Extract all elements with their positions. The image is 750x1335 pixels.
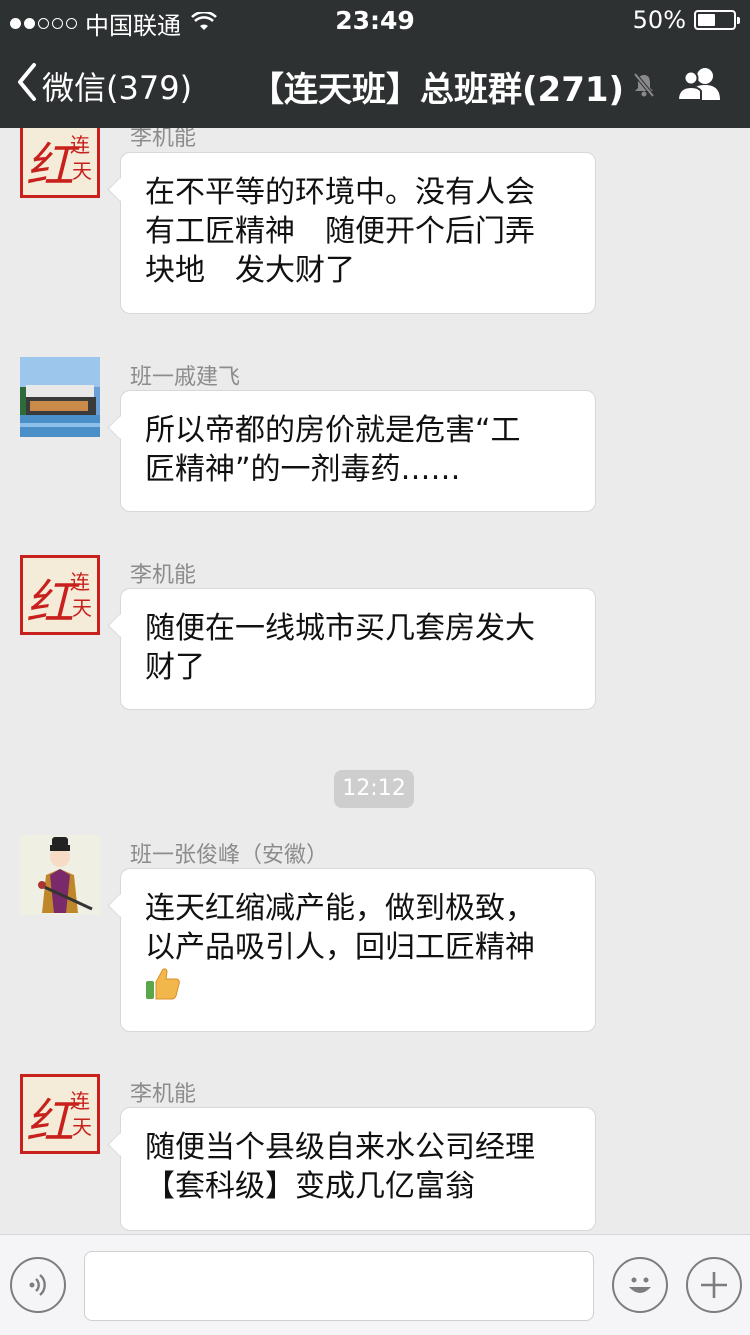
avatar[interactable]	[20, 835, 100, 915]
status-right: 50%	[632, 6, 740, 34]
avatar-calligraphy: 连	[70, 1089, 90, 1113]
message-line: 以产品吸引人，回归工匠精神	[145, 930, 535, 965]
avatar[interactable]: 红 连 天	[20, 1074, 100, 1154]
battery-percent: 50%	[632, 6, 686, 34]
status-bar: 中国联通 23:49 50%	[0, 0, 750, 40]
members-icon[interactable]	[676, 66, 724, 106]
battery-icon	[694, 10, 740, 30]
message-line: 匠精神”的一剂毒药……	[145, 452, 461, 487]
message-bubble[interactable]: 随便在一线城市买几套房发大 财了	[120, 588, 596, 710]
nav-bar: 微信(379) 【连天班】总班群(271)	[0, 40, 750, 128]
message-line: 块地 发大财了	[145, 253, 355, 288]
message-bubble[interactable]: 随便当个县级自来水公司经理 【套科级】变成几亿富翁	[120, 1107, 596, 1231]
message-line: 随便在一线城市买几套房发大	[145, 611, 535, 646]
avatar[interactable]: 红 连 天	[20, 128, 100, 198]
voice-icon[interactable]	[10, 1257, 66, 1313]
message-line: 连天红缩减产能，做到极致，	[145, 891, 535, 926]
message-emoji-line	[145, 967, 571, 1011]
message-input[interactable]	[84, 1251, 594, 1321]
back-label: 微信(379)	[42, 69, 193, 107]
back-button[interactable]: 微信(379)	[16, 62, 192, 110]
emoji-icon[interactable]	[612, 1257, 668, 1313]
battery-fill	[698, 14, 715, 26]
message-line: 随便当个县级自来水公司经理	[145, 1130, 535, 1165]
sender-name: 李机能	[130, 128, 197, 151]
message-line: 有工匠精神 随便开个后门弄	[145, 214, 535, 249]
message-bubble[interactable]: 所以帝都的房价就是危害“工 匠精神”的一剂毒药……	[120, 390, 596, 512]
message-line: 财了	[145, 650, 205, 685]
chat-area[interactable]: 红 连 天 李机能 在不平等的环境中。没有人会 有工匠精神 随便开个后门弄 块地…	[0, 128, 750, 1234]
message-bubble[interactable]: 连天红缩减产能，做到极致， 以产品吸引人，回归工匠精神	[120, 868, 596, 1032]
chat-title: 【连天班】总班群(271)	[250, 62, 656, 111]
time-divider: 12:12	[334, 770, 414, 808]
message-line: 【套科级】变成几亿富翁	[145, 1169, 475, 1204]
message-bubble[interactable]: 在不平等的环境中。没有人会 有工匠精神 随便开个后门弄 块地 发大财了	[120, 152, 596, 314]
message-line: 在不平等的环境中。没有人会	[145, 175, 535, 210]
input-bar	[0, 1234, 750, 1335]
sender-name: 李机能	[130, 1082, 197, 1107]
avatar-calligraphy: 天	[72, 1115, 92, 1139]
avatar-calligraphy: 连	[70, 133, 90, 157]
avatar-calligraphy: 连	[70, 570, 90, 594]
message-line: 所以帝都的房价就是危害“工	[145, 413, 521, 448]
avatar[interactable]: 红 连 天	[20, 555, 100, 635]
thumbs-up-icon	[145, 967, 181, 1011]
avatar-calligraphy: 天	[72, 596, 92, 620]
back-chevron-icon	[16, 62, 42, 110]
group-name: 【连天班】总班群(271)	[250, 70, 625, 110]
avatar[interactable]	[20, 357, 100, 437]
sender-name: 班一张俊峰（安徽）	[130, 843, 329, 868]
sender-name: 李机能	[130, 563, 197, 588]
sender-name: 班一戚建飞	[130, 365, 241, 390]
mute-bell-icon	[632, 67, 656, 107]
plus-icon[interactable]	[686, 1257, 742, 1313]
avatar-calligraphy: 天	[72, 159, 92, 183]
